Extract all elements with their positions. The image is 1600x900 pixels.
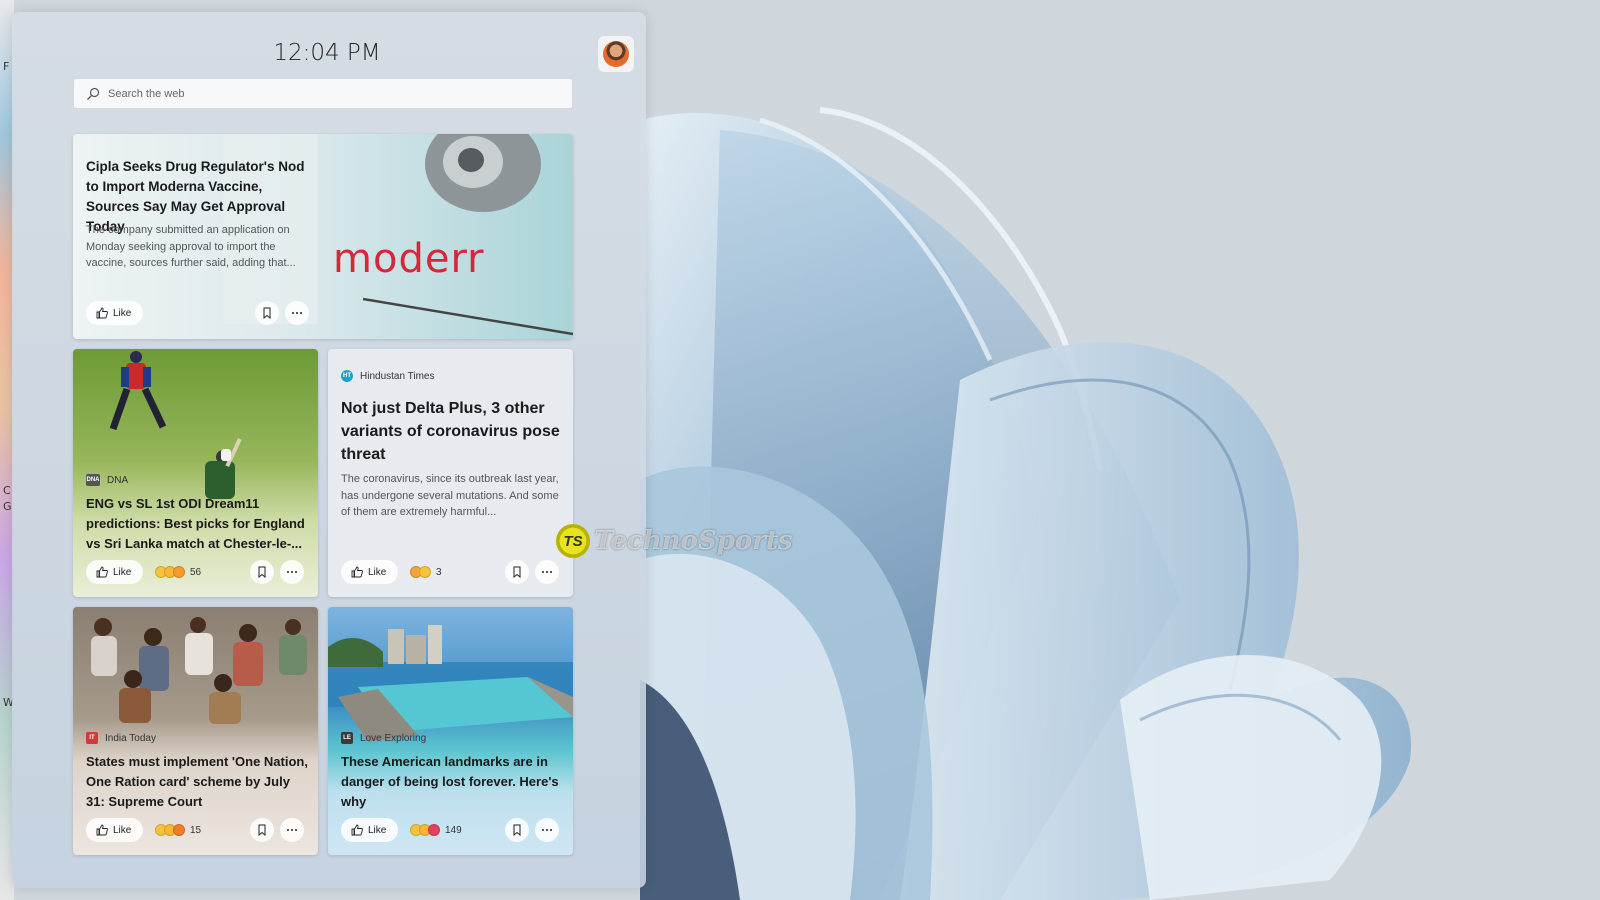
save-button[interactable] [505, 560, 529, 584]
technosports-watermark: TS TechnoSports [556, 524, 793, 558]
more-options-button[interactable] [535, 560, 559, 584]
source-label: LE Love Exploring [341, 732, 426, 744]
source-label: HT Hindustan Times [341, 370, 434, 382]
news-card-moderna[interactable]: moderr Cipla Seeks Drug Regulator's Nod … [73, 134, 573, 339]
save-button[interactable] [255, 301, 279, 325]
card-title[interactable]: ENG vs SL 1st ODI Dream11 predictions: B… [86, 494, 308, 554]
avatar-image [603, 41, 629, 67]
ellipsis-icon [542, 571, 552, 573]
like-label: Like [368, 824, 387, 836]
source-name: Hindustan Times [360, 370, 435, 382]
thumbs-up-icon [96, 566, 108, 578]
strip-glyph: G [3, 500, 12, 513]
save-button[interactable] [505, 818, 529, 842]
save-button[interactable] [250, 818, 274, 842]
ellipsis-icon [292, 312, 302, 314]
source-name: Love Exploring [360, 732, 427, 744]
hindustan-times-logo: HT [341, 370, 353, 382]
surprised-reaction-icon [173, 566, 185, 578]
angry-reaction-icon [173, 824, 185, 836]
reactions-summary[interactable]: 149 [410, 824, 462, 836]
thumbs-up-icon [96, 307, 108, 319]
source-label: DNA DNA [86, 474, 128, 486]
like-button[interactable]: Like [341, 818, 399, 842]
ellipsis-icon [542, 829, 552, 831]
like-label: Like [113, 824, 132, 836]
like-button[interactable]: Like [341, 560, 399, 584]
widgets-panel: 12:04 PM moderr Cip [12, 12, 646, 888]
reactions-summary[interactable]: 56 [155, 566, 201, 578]
ellipsis-icon [287, 829, 297, 831]
search-input[interactable] [108, 87, 548, 100]
more-options-button[interactable] [535, 818, 559, 842]
bookmark-icon [513, 566, 521, 578]
like-label: Like [113, 307, 132, 319]
bookmark-icon [258, 824, 266, 836]
more-options-button[interactable] [280, 818, 304, 842]
reactions-summary[interactable]: 3 [410, 566, 442, 578]
clock-time: 12:04 PM [273, 40, 381, 66]
more-options-button[interactable] [285, 301, 309, 325]
bookmark-icon [513, 824, 521, 836]
card-title[interactable]: These American landmarks are in danger o… [341, 752, 563, 812]
thumbs-up-icon [351, 824, 363, 836]
thumbs-up-icon [351, 566, 363, 578]
news-card-ration-card[interactable]: IT India Today States must implement 'On… [73, 607, 318, 855]
reaction-count: 56 [190, 566, 202, 578]
source-label: IT India Today [86, 732, 156, 744]
reaction-count: 15 [190, 824, 202, 836]
news-card-american-landmarks[interactable]: LE Love Exploring These American landmar… [328, 607, 573, 855]
reactions-summary[interactable]: 15 [155, 824, 201, 836]
news-card-delta-variants[interactable]: HT Hindustan Times Not just Delta Plus, … [328, 349, 573, 597]
news-card-cricket[interactable]: DNA DNA ENG vs SL 1st ODI Dream11 predic… [73, 349, 318, 597]
dna-logo: DNA [86, 474, 100, 486]
reaction-count: 149 [445, 824, 462, 836]
more-options-button[interactable] [280, 560, 304, 584]
source-name: India Today [105, 732, 156, 744]
user-avatar[interactable] [598, 36, 634, 72]
watermark-text: TechnoSports [594, 526, 793, 556]
india-today-logo: IT [86, 732, 98, 744]
card-description: The coronavirus, since its outbreak last… [341, 473, 559, 518]
moderna-logo-text: moderr [333, 236, 485, 282]
search-icon [87, 87, 100, 100]
card-title[interactable]: States must implement 'One Nation, One R… [86, 752, 311, 812]
bookmark-icon [258, 566, 266, 578]
strip-glyph: F [3, 60, 10, 73]
card-title[interactable]: Not just Delta Plus, 3 other variants of… [341, 397, 563, 466]
like-label: Like [368, 566, 387, 578]
love-exploring-logo: LE [341, 732, 353, 744]
bookmark-icon [263, 307, 271, 319]
ellipsis-icon [287, 571, 297, 573]
heart-reaction-icon [428, 824, 440, 836]
surprised-reaction-icon [419, 566, 431, 578]
like-button[interactable]: Like [86, 560, 144, 584]
strip-glyph: C [3, 484, 11, 497]
search-box[interactable] [73, 78, 573, 109]
like-label: Like [113, 566, 132, 578]
thumbs-up-icon [96, 824, 108, 836]
card-description: The company submitted an application on … [86, 224, 296, 269]
source-name: DNA [107, 474, 129, 486]
reaction-count: 3 [436, 566, 442, 578]
like-button[interactable]: Like [86, 301, 144, 325]
save-button[interactable] [250, 560, 274, 584]
like-button[interactable]: Like [86, 818, 144, 842]
watermark-logo: TS [556, 524, 590, 558]
